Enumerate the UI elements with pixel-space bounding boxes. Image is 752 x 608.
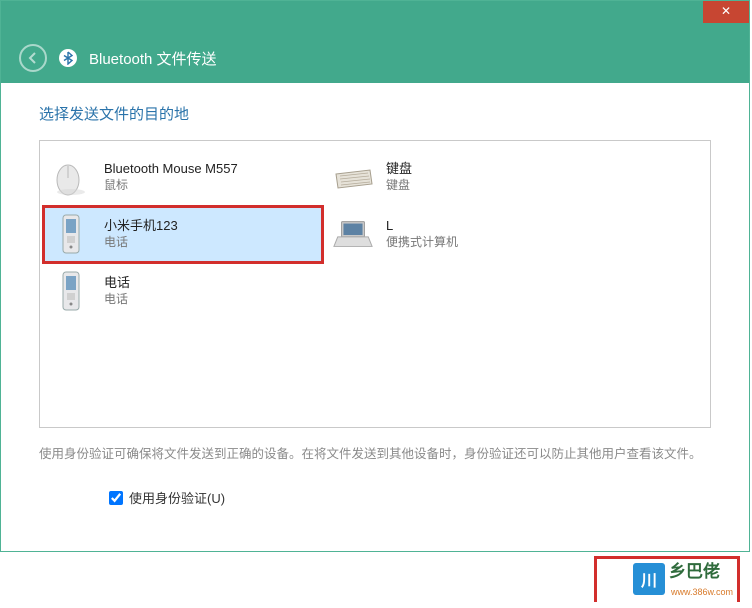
- header-title: Bluetooth 文件传送: [89, 48, 217, 69]
- section-title: 选择发送文件的目的地: [39, 103, 711, 124]
- watermark-box: 川 乡巴佬 www.386w.com: [594, 556, 740, 602]
- watermark-logo-icon: 川: [633, 563, 665, 595]
- phone-icon: [50, 214, 92, 256]
- device-item-phone2[interactable]: 电话 电话: [44, 264, 322, 319]
- device-list: Bluetooth Mouse M557 鼠标 键盘 键盘: [39, 140, 711, 428]
- device-type: 电话: [104, 292, 130, 308]
- phone-icon: [50, 271, 92, 313]
- device-name: L: [386, 218, 458, 235]
- device-type: 便携式计算机: [386, 235, 458, 251]
- device-item-laptop[interactable]: L 便携式计算机: [326, 207, 604, 262]
- keyboard-icon: [332, 157, 374, 199]
- device-item-phone-selected[interactable]: 小米手机123 电话: [44, 207, 322, 262]
- mouse-icon: [50, 157, 92, 199]
- device-item-mouse[interactable]: Bluetooth Mouse M557 鼠标: [44, 150, 322, 205]
- device-name: 键盘: [386, 161, 412, 178]
- device-name: 电话: [104, 275, 130, 292]
- device-item-keyboard[interactable]: 键盘 键盘: [326, 150, 604, 205]
- device-name: Bluetooth Mouse M557: [104, 161, 238, 178]
- auth-label: 使用身份验证(U): [129, 488, 225, 507]
- back-arrow-icon: [26, 51, 40, 65]
- device-type: 电话: [104, 235, 178, 251]
- wizard-header: Bluetooth 文件传送: [1, 33, 749, 83]
- close-button[interactable]: ✕: [703, 1, 749, 23]
- watermark-url: www.386w.com: [671, 587, 733, 597]
- bluetooth-transfer-window: ✕ Bluetooth 文件传送 选择发送文件的目的地: [0, 0, 750, 552]
- content-area: 选择发送文件的目的地 Bluetooth Mouse M557 鼠标: [1, 83, 749, 517]
- hint-text: 使用身份验证可确保将文件发送到正确的设备。在将文件发送到其他设备时，身份验证还可…: [39, 444, 711, 464]
- laptop-icon: [332, 214, 374, 256]
- bluetooth-icon: [59, 49, 77, 67]
- watermark-text: 乡巴佬: [669, 562, 720, 581]
- device-type: 鼠标: [104, 178, 238, 194]
- back-button[interactable]: [19, 44, 47, 72]
- auth-checkbox-row[interactable]: 使用身份验证(U): [109, 488, 711, 507]
- device-name: 小米手机123: [104, 218, 178, 235]
- device-type: 键盘: [386, 178, 412, 194]
- titlebar: ✕: [1, 1, 749, 33]
- auth-checkbox[interactable]: [109, 491, 123, 505]
